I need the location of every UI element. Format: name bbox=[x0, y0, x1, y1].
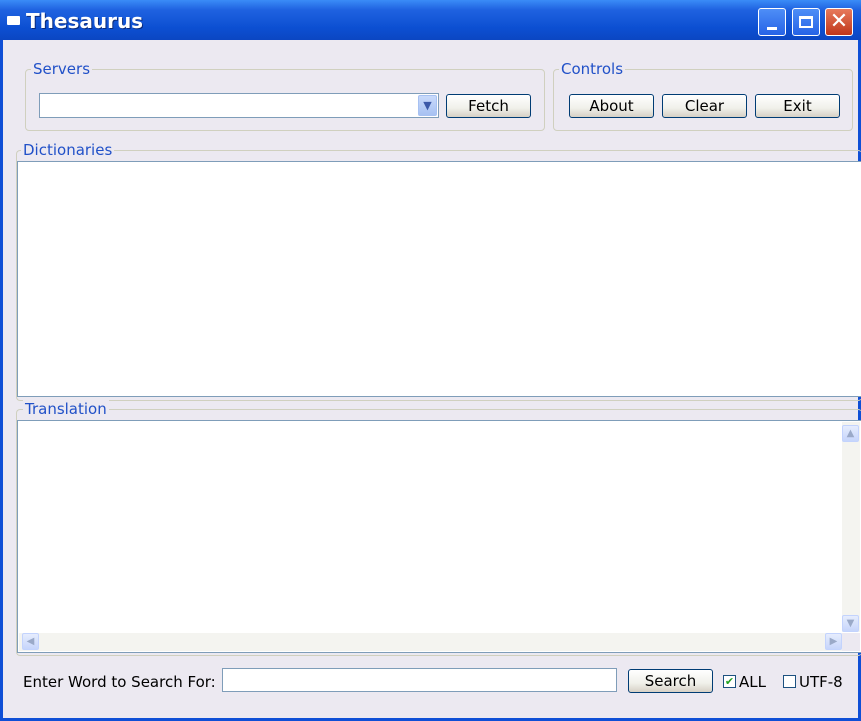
scroll-down-icon[interactable]: ▼ bbox=[842, 615, 859, 632]
chevron-down-icon[interactable]: ▼ bbox=[418, 95, 437, 116]
utf8-checkbox-label[interactable]: UTF-8 bbox=[799, 673, 843, 691]
minimize-button[interactable] bbox=[758, 8, 786, 36]
window-title: Thesaurus bbox=[26, 9, 144, 33]
search-prompt-label: Enter Word to Search For: bbox=[23, 673, 216, 691]
scroll-right-icon[interactable]: ▶ bbox=[825, 633, 842, 650]
minimize-icon bbox=[767, 26, 777, 30]
scrollbar-corner bbox=[842, 633, 860, 651]
scroll-left-icon[interactable]: ◀ bbox=[22, 633, 39, 650]
translation-vertical-scrollbar[interactable]: ▲ ▼ bbox=[842, 422, 860, 632]
scroll-up-icon[interactable]: ▲ bbox=[842, 425, 859, 442]
search-input[interactable] bbox=[222, 668, 617, 692]
dictionaries-legend: Dictionaries bbox=[21, 141, 115, 159]
title-bar[interactable]: Thesaurus ✕ bbox=[0, 0, 861, 40]
servers-legend: Servers bbox=[31, 60, 93, 78]
controls-legend: Controls bbox=[559, 60, 626, 78]
translation-textarea[interactable]: ▲ ▼ ◀ ▶ bbox=[17, 420, 861, 653]
all-checkbox-label[interactable]: ALL bbox=[739, 673, 766, 691]
exit-button[interactable]: Exit bbox=[755, 94, 840, 118]
checkmark-icon: ✔ bbox=[724, 675, 735, 688]
app-icon bbox=[7, 16, 20, 25]
search-button[interactable]: Search bbox=[628, 669, 713, 693]
close-button[interactable]: ✕ bbox=[825, 8, 853, 36]
translation-horizontal-scrollbar[interactable]: ◀ ▶ bbox=[19, 633, 842, 651]
close-icon: ✕ bbox=[829, 9, 849, 34]
app-window: Thesaurus ✕ Servers ▼ Fetch Controls Abo… bbox=[0, 0, 861, 721]
dictionaries-list[interactable] bbox=[17, 161, 861, 397]
clear-button[interactable]: Clear bbox=[662, 94, 747, 118]
server-select[interactable]: ▼ bbox=[39, 93, 439, 118]
translation-legend: Translation bbox=[23, 400, 109, 418]
all-checkbox[interactable]: ✔ bbox=[723, 675, 736, 688]
maximize-icon bbox=[799, 16, 813, 28]
utf8-checkbox[interactable] bbox=[783, 675, 796, 688]
fetch-button[interactable]: Fetch bbox=[446, 94, 531, 118]
maximize-button[interactable] bbox=[792, 8, 820, 36]
about-button[interactable]: About bbox=[569, 94, 654, 118]
